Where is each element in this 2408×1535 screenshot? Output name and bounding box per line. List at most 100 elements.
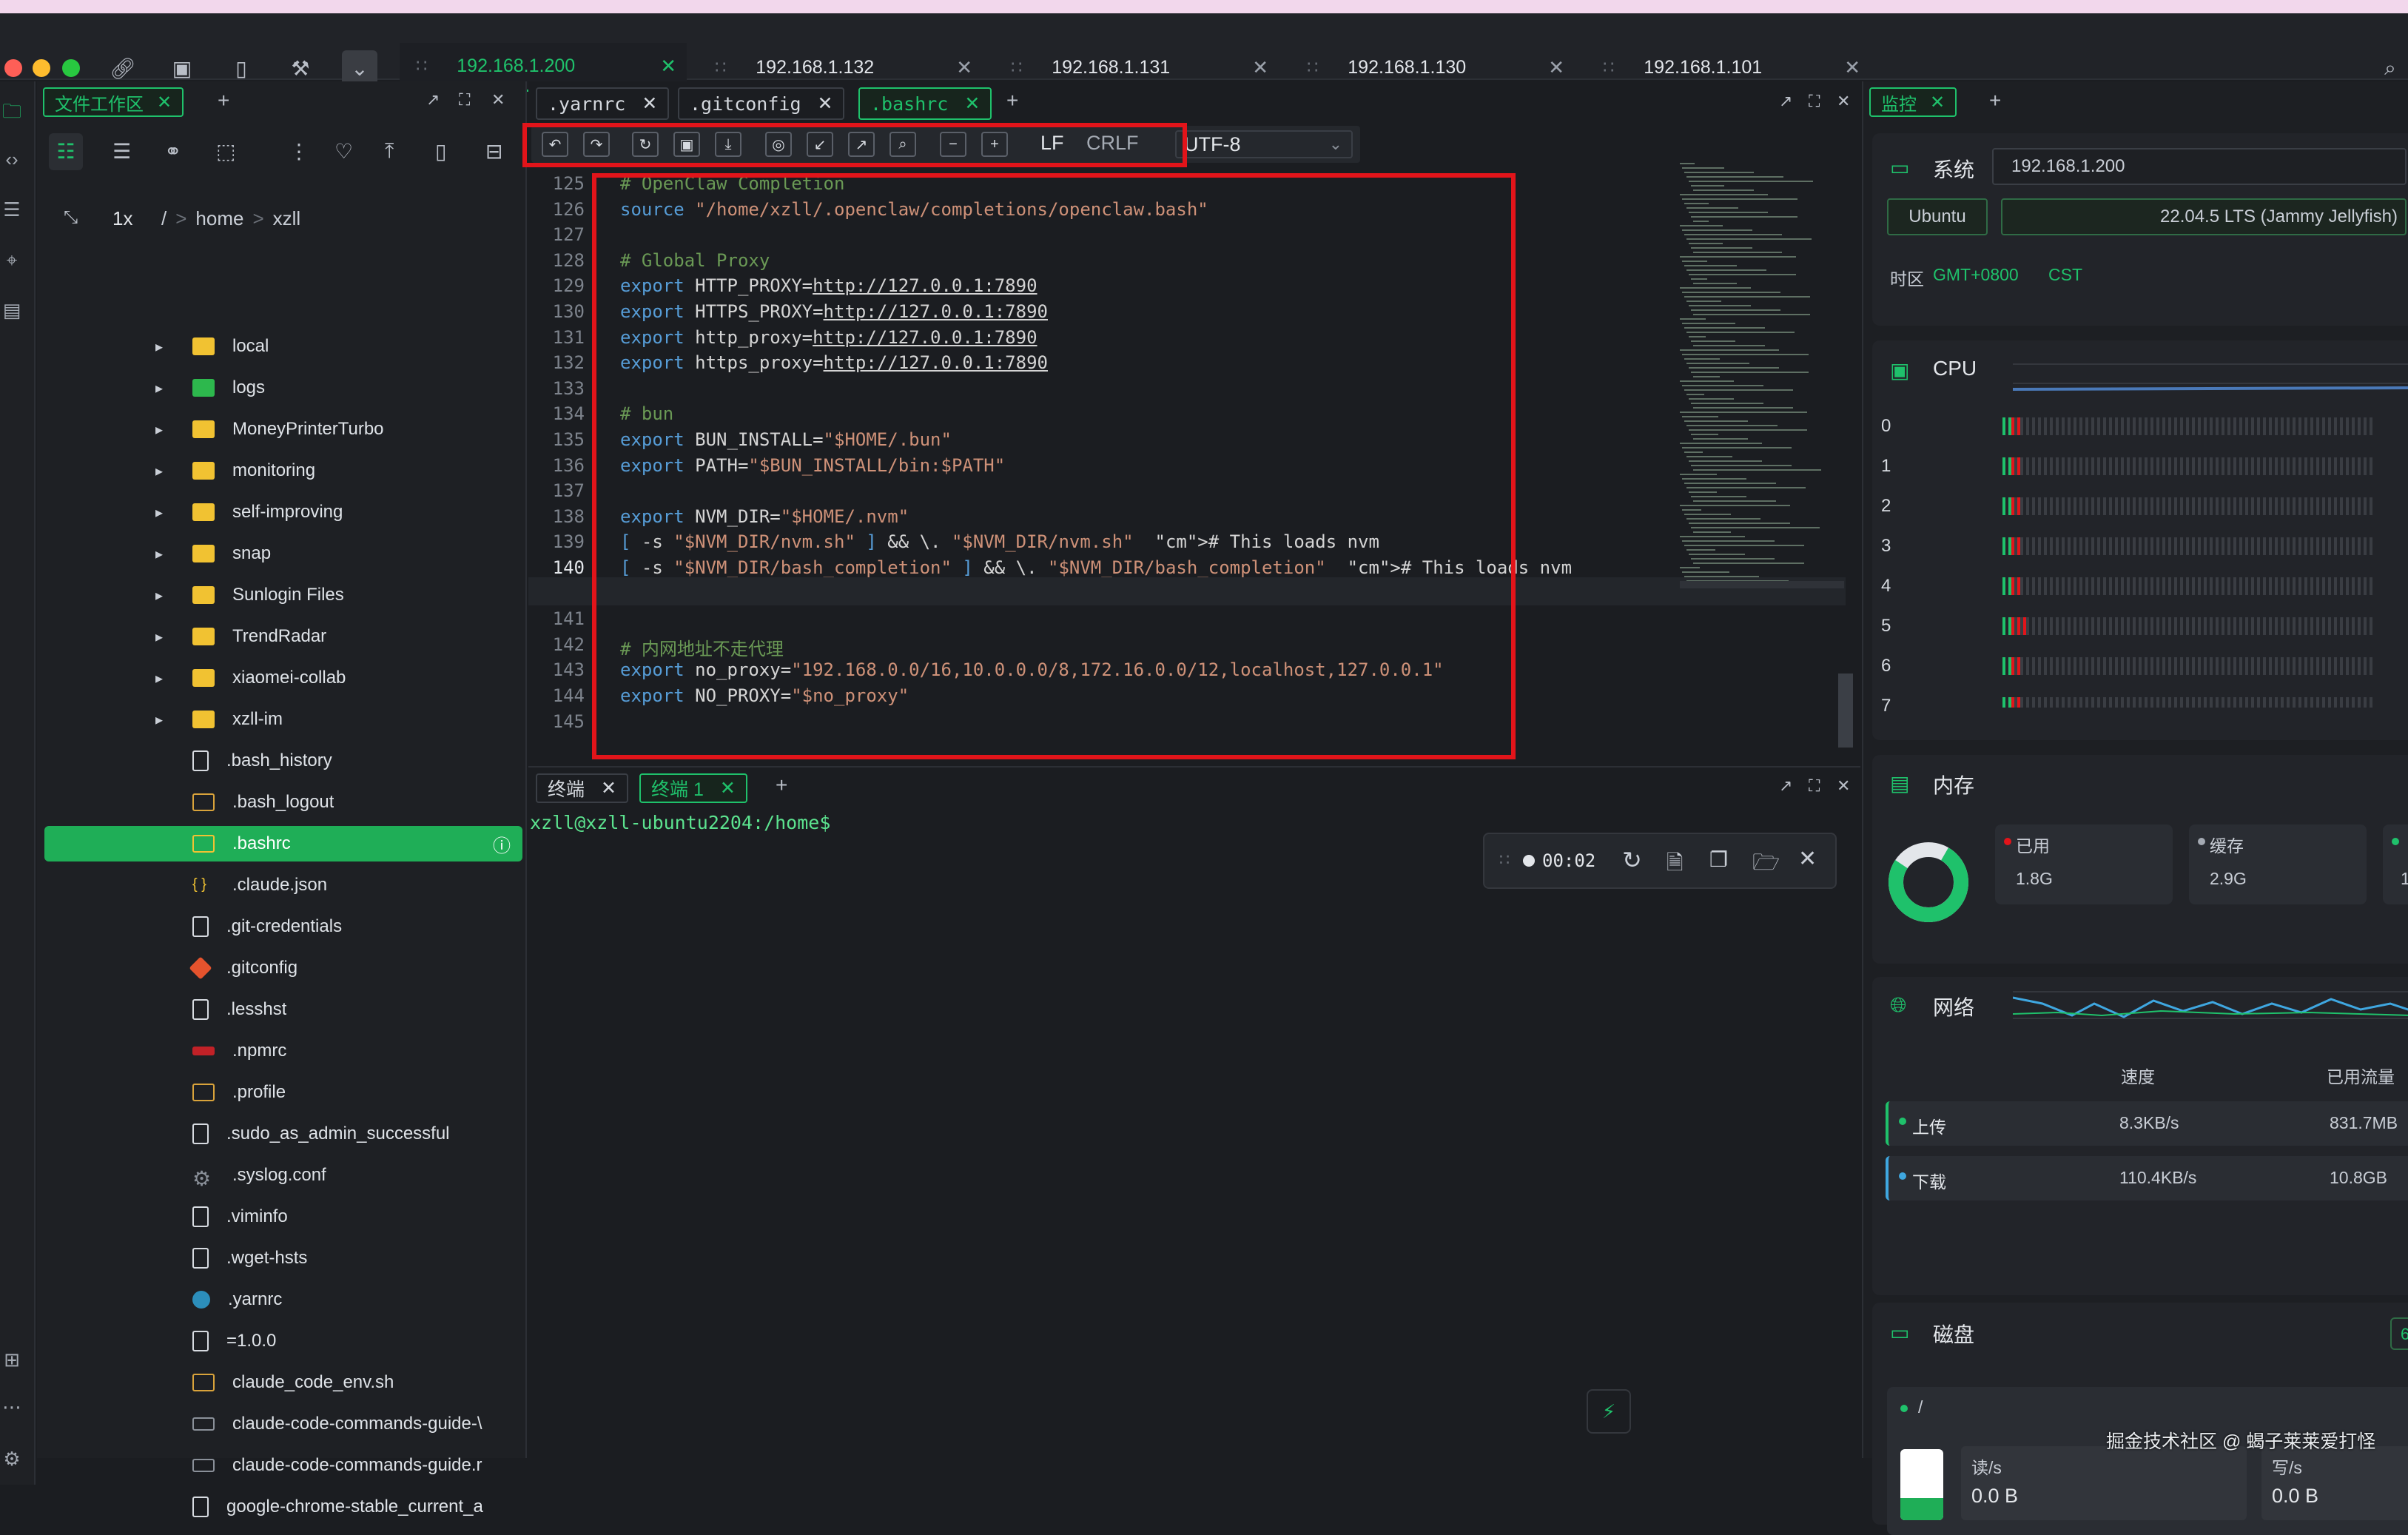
close-icon[interactable]: ✕ (1837, 776, 1850, 796)
open-external-icon[interactable]: ↗ (1779, 92, 1792, 111)
zoom-level[interactable]: 1x (112, 207, 132, 230)
link-icon[interactable]: 🔗︎ (105, 50, 141, 86)
file-item[interactable]: claude-code-commands-guide.r (44, 1448, 522, 1483)
terminal-prompt[interactable]: xzll@xzll-ubuntu2204:/home$ (530, 812, 830, 833)
maximize-icon[interactable]: ⛶ (1809, 776, 1820, 796)
drag-handle-icon[interactable]: ∷ (715, 57, 726, 78)
chevron-right-icon[interactable]: ▸ (155, 379, 178, 397)
link-icon[interactable]: ⚭ (164, 139, 181, 164)
close-window-button[interactable] (4, 59, 22, 77)
file-item[interactable]: claude_code_env.sh (44, 1365, 522, 1400)
lightning-icon[interactable]: ⚡︎ (1587, 1389, 1631, 1434)
drag-handle-icon[interactable]: ∷ (1603, 57, 1614, 78)
refresh-icon[interactable]: ↻ (1622, 846, 1642, 874)
close-icon[interactable]: ✕ (818, 93, 833, 115)
file-item[interactable]: =1.0.0 (44, 1323, 522, 1359)
add-icon[interactable]: + (218, 89, 229, 112)
close-icon[interactable]: ✕ (1252, 56, 1268, 79)
zoom-window-button[interactable] (62, 59, 80, 77)
add-icon[interactable]: + (1006, 89, 1018, 112)
file-item[interactable]: .bash_history (44, 743, 522, 779)
folder-item[interactable]: ▸ local (44, 329, 522, 364)
editor-tab-bashrc[interactable]: .bashrc ✕ (858, 87, 992, 120)
upload-icon[interactable]: ⤒ (385, 139, 394, 164)
wrench-icon[interactable]: ⚒ (283, 50, 318, 86)
tree-view-icon[interactable]: ☷ (49, 133, 83, 170)
maximize-icon[interactable]: ⛶ (459, 90, 470, 110)
folder-item[interactable]: ▸ TrendRadar (44, 619, 522, 654)
close-icon[interactable]: ✕ (491, 90, 505, 110)
document-icon[interactable]: ▤ (1, 299, 22, 322)
add-icon[interactable]: + (1989, 89, 2001, 112)
drag-handle-icon[interactable]: ∷ (1011, 57, 1022, 78)
file-item[interactable]: .profile (44, 1075, 522, 1110)
chevron-down-icon[interactable]: ⌄ (342, 50, 377, 86)
close-icon[interactable]: ✕ (956, 56, 972, 79)
minimap[interactable] (1680, 163, 1844, 607)
folder-item[interactable]: ▸ logs (44, 370, 522, 406)
file-item[interactable]: { } .claude.json (44, 867, 522, 903)
list-icon[interactable]: ☰ (1, 198, 22, 221)
close-icon[interactable]: ✕ (964, 93, 980, 115)
file-item[interactable]: .yarnrc (44, 1282, 522, 1317)
folder-item[interactable]: ▸ Sunlogin Files (44, 577, 522, 613)
chevron-right-icon[interactable]: ▸ (155, 711, 178, 729)
bookmark-icon[interactable]: ▯ (223, 50, 259, 86)
minimize-window-button[interactable] (33, 59, 50, 77)
file-item[interactable]: .gitconfig (44, 950, 522, 986)
close-icon[interactable]: ✕ (157, 92, 172, 113)
chevron-right-icon[interactable]: ▸ (155, 586, 178, 605)
close-icon[interactable]: ✕ (601, 777, 616, 799)
folder-item[interactable]: ▸ self-improving (44, 494, 522, 530)
folder-item[interactable]: ▸ monitoring (44, 453, 522, 488)
more-vertical-icon[interactable]: ⋮ (289, 139, 309, 164)
bookmark-icon[interactable]: ▯ (435, 139, 446, 164)
folder-item[interactable]: ▸ xzll-im (44, 702, 522, 737)
open-external-icon[interactable]: ↗ (1779, 776, 1792, 796)
file-item[interactable]: .npmrc (44, 1033, 522, 1069)
target-icon[interactable]: ⌖ (1, 249, 22, 272)
breadcrumb-root[interactable]: / (161, 207, 167, 230)
file-item[interactable]: ⚙ .syslog.conf (44, 1158, 522, 1193)
file-icon[interactable]: 🗎︎ (1667, 847, 1684, 883)
folder-item[interactable]: ▸ MoneyPrinterTurbo (44, 412, 522, 447)
lock-icon[interactable]: ⊟ (485, 139, 502, 164)
editor-tab-gitconfig[interactable]: .gitconfig ✕ (678, 87, 845, 120)
info-icon[interactable]: ⓘ (493, 831, 511, 857)
list-view-icon[interactable]: ☰ (112, 139, 131, 164)
chevron-right-icon[interactable]: ▸ (155, 669, 178, 688)
file-item[interactable]: .viminfo (44, 1199, 522, 1235)
folder-item[interactable]: ▸ xiaomei-collab (44, 660, 522, 696)
close-icon[interactable]: ✕ (1798, 846, 1817, 872)
terminal-icon[interactable]: ▣ (164, 50, 200, 86)
maximize-icon[interactable]: ⛶ (1809, 92, 1820, 111)
file-item[interactable]: claude-code-commands-guide-\ (44, 1406, 522, 1442)
file-item[interactable]: .git-credentials (44, 909, 522, 944)
editor-tab-yarnrc[interactable]: .yarnrc ✕ (536, 87, 670, 120)
close-icon[interactable]: ✕ (1930, 92, 1945, 113)
file-item[interactable]: google-chrome-stable_current_a (44, 1489, 522, 1525)
drag-handle-icon[interactable]: ∷ (1307, 57, 1318, 78)
folder-open-icon[interactable]: 🗁︎ (1752, 846, 1780, 884)
file-item[interactable]: .bash_logout (44, 785, 522, 820)
close-icon[interactable]: ✕ (642, 93, 657, 115)
close-icon[interactable]: ✕ (1837, 92, 1850, 111)
gear-icon[interactable]: ⚙ (1, 1448, 22, 1471)
terminal-tab-0[interactable]: 终端 ✕ (536, 773, 628, 803)
open-external-icon[interactable]: ↗ (426, 90, 440, 110)
more-icon[interactable]: ⋯ (1, 1396, 22, 1419)
close-icon[interactable]: ✕ (720, 777, 736, 799)
chevron-right-icon[interactable]: ▸ (155, 420, 178, 439)
editor-scrollbar[interactable] (1838, 674, 1853, 748)
file-item[interactable]: .lesshst (44, 992, 522, 1027)
code-icon[interactable]: ‹› (1, 148, 22, 171)
chevron-right-icon[interactable]: ▸ (155, 337, 178, 356)
select-icon[interactable]: ⬚ (216, 139, 235, 164)
file-item[interactable]: .bashrc ⓘ (44, 826, 522, 861)
copy-icon[interactable]: ❐ (1709, 847, 1728, 872)
terminal-tab-1[interactable]: 终端 1 ✕ (639, 773, 747, 803)
close-icon[interactable]: ✕ (1548, 56, 1564, 79)
tab-file-workspace[interactable]: 文件工作区 ✕ (43, 87, 184, 117)
encoding-select[interactable]: UTF-8 ⌄ (1175, 130, 1353, 158)
chevron-right-icon[interactable]: ▸ (155, 545, 178, 563)
